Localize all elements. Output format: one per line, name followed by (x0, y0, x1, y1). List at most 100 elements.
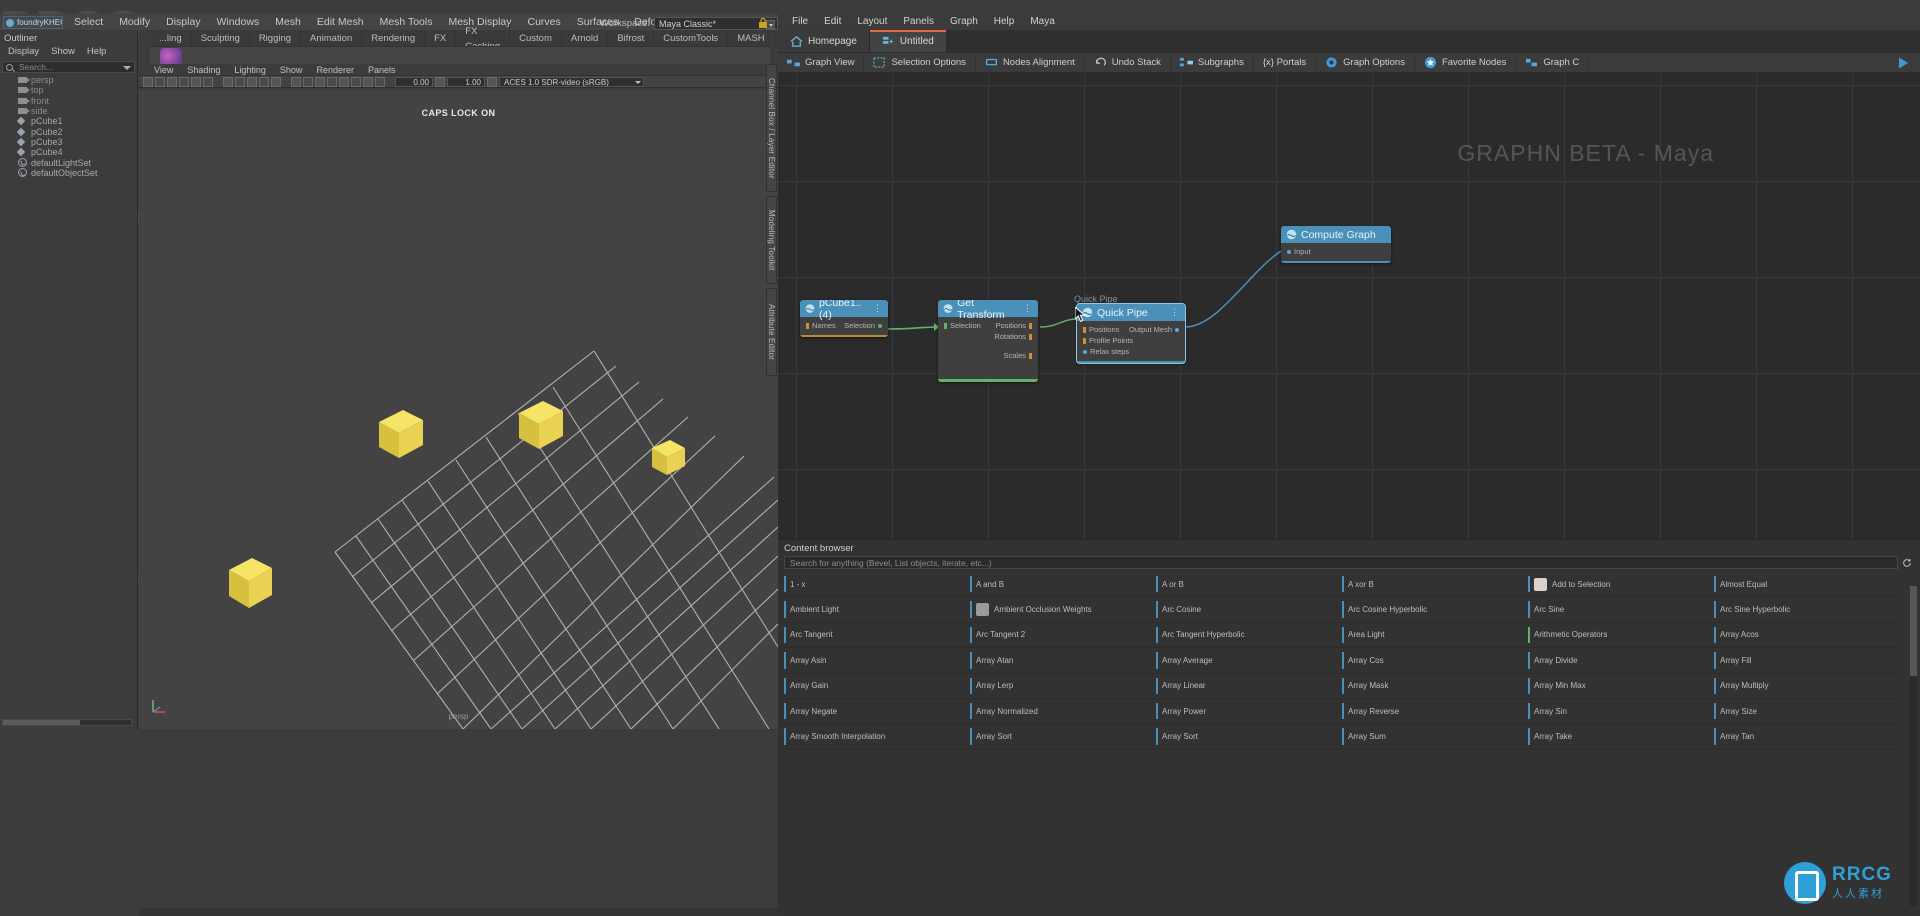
content-browser-item[interactable]: Array Lerp (970, 674, 1156, 699)
content-browser-item[interactable]: Array Asin (784, 648, 970, 674)
port-dot-in[interactable] (806, 322, 809, 329)
viewport-colorspace-dropdown[interactable]: ACES 1.0 SDR-video (sRGB) (499, 76, 644, 87)
content-browser-item[interactable]: Array Sin (1528, 699, 1714, 725)
content-browser-item[interactable]: Array Gain (784, 674, 970, 699)
node-get-transform-header[interactable]: Get Transform ⋮ (938, 300, 1038, 321)
menu-curves[interactable]: Curves (520, 14, 569, 31)
content-browser-item[interactable]: Almost Equal (1714, 572, 1900, 598)
content-browser-item[interactable]: A xor B (1342, 572, 1528, 598)
graphn-menu-bar[interactable]: File Edit Layout Panels Graph Help Maya (778, 14, 1920, 30)
viewport-tool-ao[interactable] (363, 76, 373, 87)
tab-untitled[interactable]: Untitled (869, 30, 947, 52)
content-browser-item[interactable]: Array Acos (1714, 623, 1900, 649)
content-browser-item[interactable]: Array Atan (970, 648, 1156, 674)
outliner-menu-help[interactable]: Help (81, 45, 113, 58)
outliner-item[interactable]: defaultLightSet (0, 157, 137, 168)
content-browser-item[interactable]: Array Reverse (1342, 699, 1528, 725)
graphn-menu-edit[interactable]: Edit (816, 14, 849, 30)
node-compute-graph-header[interactable]: Compute Graph (1281, 226, 1391, 243)
outliner-list[interactable]: persp top front side pCube1 pCube2 pCube3 pCube… (0, 75, 137, 178)
viewport-menu-lighting[interactable]: Lighting (227, 65, 273, 75)
content-browser-item[interactable]: Add to Selection (1528, 572, 1714, 598)
viewport-tool-snap-point[interactable] (247, 76, 257, 87)
viewport-tool-snap-view[interactable] (271, 76, 281, 87)
outliner-menu-show[interactable]: Show (45, 45, 81, 58)
content-browser-item[interactable]: Array Take (1528, 724, 1714, 750)
graphn-tab-bar[interactable]: Homepage Untitled (778, 30, 1920, 52)
viewport-menu-panels[interactable]: Panels (361, 65, 403, 75)
content-browser-search-input[interactable]: Search for anything (Bevel, List objects… (784, 556, 1898, 569)
port-dot-in[interactable] (1287, 249, 1291, 254)
graphn-menu-file[interactable]: File (784, 14, 816, 30)
port-dot-out[interactable] (1175, 327, 1179, 332)
node-pcube-header[interactable]: pCube1..(4) ⋮ (800, 300, 888, 321)
content-browser-item[interactable]: Array Min Max (1528, 674, 1714, 699)
toolbar-nodes-alignment[interactable]: Nodes Alignment (976, 53, 1085, 72)
viewport-menu-renderer[interactable]: Renderer (309, 65, 361, 75)
node-port-row[interactable]: Rotations (938, 331, 1038, 342)
content-browser-item[interactable]: Array Average (1156, 648, 1342, 674)
content-browser-item[interactable]: Array Fill (1714, 648, 1900, 674)
node-port-row[interactable]: Profile Points (1077, 335, 1185, 346)
viewport-tool-snap-curve[interactable] (235, 76, 245, 87)
viewport-tool-snap-plane[interactable] (259, 76, 269, 87)
workspace-selector-group[interactable]: Workspace: Maya Classic* (600, 16, 778, 31)
node-quick-pipe-header[interactable]: Quick Pipe ⋮ (1077, 304, 1185, 321)
node-quick-pipe[interactable]: Quick Pipe ⋮ Positions Output Mesh Profi… (1076, 303, 1186, 364)
graphn-toolbar[interactable]: Graph View Selection Options Nodes Align… (778, 52, 1920, 73)
content-browser-item[interactable]: Array Divide (1528, 648, 1714, 674)
sidebar-tab-modeling-toolkit[interactable]: Modeling Toolkit (766, 196, 777, 284)
content-browser-item[interactable]: A and B (970, 572, 1156, 598)
content-browser-item[interactable]: Arc Tangent Hyperbolic (1156, 623, 1342, 649)
content-browser-item[interactable]: Array Sort (970, 724, 1156, 750)
viewport-tool-snap-grid[interactable] (223, 76, 233, 87)
shelf-tab-poly[interactable]: ...ling (150, 31, 192, 46)
node-port-row[interactable]: Scales (938, 350, 1038, 361)
content-browser-item[interactable]: Array Multiply (1714, 674, 1900, 699)
port-dot-out[interactable] (1029, 322, 1032, 329)
content-browser-grid[interactable]: 1 - x A and B A or B A xor B Add to Selectio… (778, 572, 1920, 750)
content-browser-item[interactable]: Arc Cosine (1156, 597, 1342, 623)
chevron-down-icon[interactable] (123, 66, 131, 70)
graphn-menu-graph[interactable]: Graph (942, 14, 986, 30)
viewport-tool-move[interactable] (179, 76, 189, 87)
maya-shelf-tabs[interactable]: ...ling Sculpting Rigging Animation Rend… (150, 23, 1050, 54)
run-graph-button[interactable] (1886, 53, 1920, 72)
outliner-menu-display[interactable]: Display (2, 45, 45, 58)
shelf-tab-fx[interactable]: FX (425, 31, 457, 46)
content-browser-item[interactable]: Area Light (1342, 623, 1528, 649)
content-browser-item[interactable]: Arithmetic Operators (1528, 623, 1714, 649)
viewport-tool-wireframe[interactable] (315, 76, 325, 87)
port-dot-in[interactable] (1083, 326, 1086, 333)
outliner-menu[interactable]: Display Show Help (0, 45, 137, 58)
graphn-menu-panels[interactable]: Panels (895, 14, 942, 30)
content-browser-item[interactable]: Array Tan (1714, 724, 1900, 750)
outliner-item[interactable]: pCube4 (0, 147, 137, 157)
viewport-tool-scale[interactable] (203, 76, 213, 87)
toolbar-subgraphs[interactable]: Subgraphs (1171, 53, 1254, 72)
content-browser-item[interactable]: Ambient Light (784, 597, 970, 623)
outliner-item[interactable]: pCube2 (0, 126, 137, 137)
shelf-tab-rendering[interactable]: Rendering (362, 31, 426, 46)
viewport-tool-aa[interactable] (375, 76, 385, 87)
viewport-menu-show[interactable]: Show (273, 65, 310, 75)
node-port-row[interactable]: Input (1281, 246, 1391, 257)
content-browser-scrollbar[interactable] (1910, 586, 1917, 906)
content-browser-item[interactable]: Array Normalized (970, 699, 1156, 725)
content-browser-item[interactable]: Array Cos (1342, 648, 1528, 674)
node-pcube[interactable]: pCube1..(4) ⋮ Names Selection (800, 300, 888, 337)
node-menu-icon[interactable]: ⋮ (1170, 307, 1180, 318)
shelf-tab-animation[interactable]: Animation (301, 31, 363, 46)
shelf-tab-mash[interactable]: MASH (728, 31, 775, 46)
toolbar-portals[interactable]: {x} Portals (1254, 53, 1317, 72)
content-browser-item[interactable]: Array Size (1714, 699, 1900, 725)
outliner-item[interactable]: persp (0, 75, 137, 85)
viewport-horizontal-scrollbar[interactable] (139, 908, 778, 916)
graphn-menu-help[interactable]: Help (986, 14, 1023, 30)
viewport-menu-view[interactable]: View (147, 65, 180, 75)
toolbar-undo-stack[interactable]: Undo Stack (1085, 53, 1171, 72)
shelf-tab-custom[interactable]: Custom (510, 31, 562, 46)
content-browser-item[interactable]: Arc Tangent (784, 623, 970, 649)
outliner-horizontal-scrollbar[interactable] (2, 719, 132, 726)
shelf-tab-arnold[interactable]: Arnold (562, 31, 609, 46)
